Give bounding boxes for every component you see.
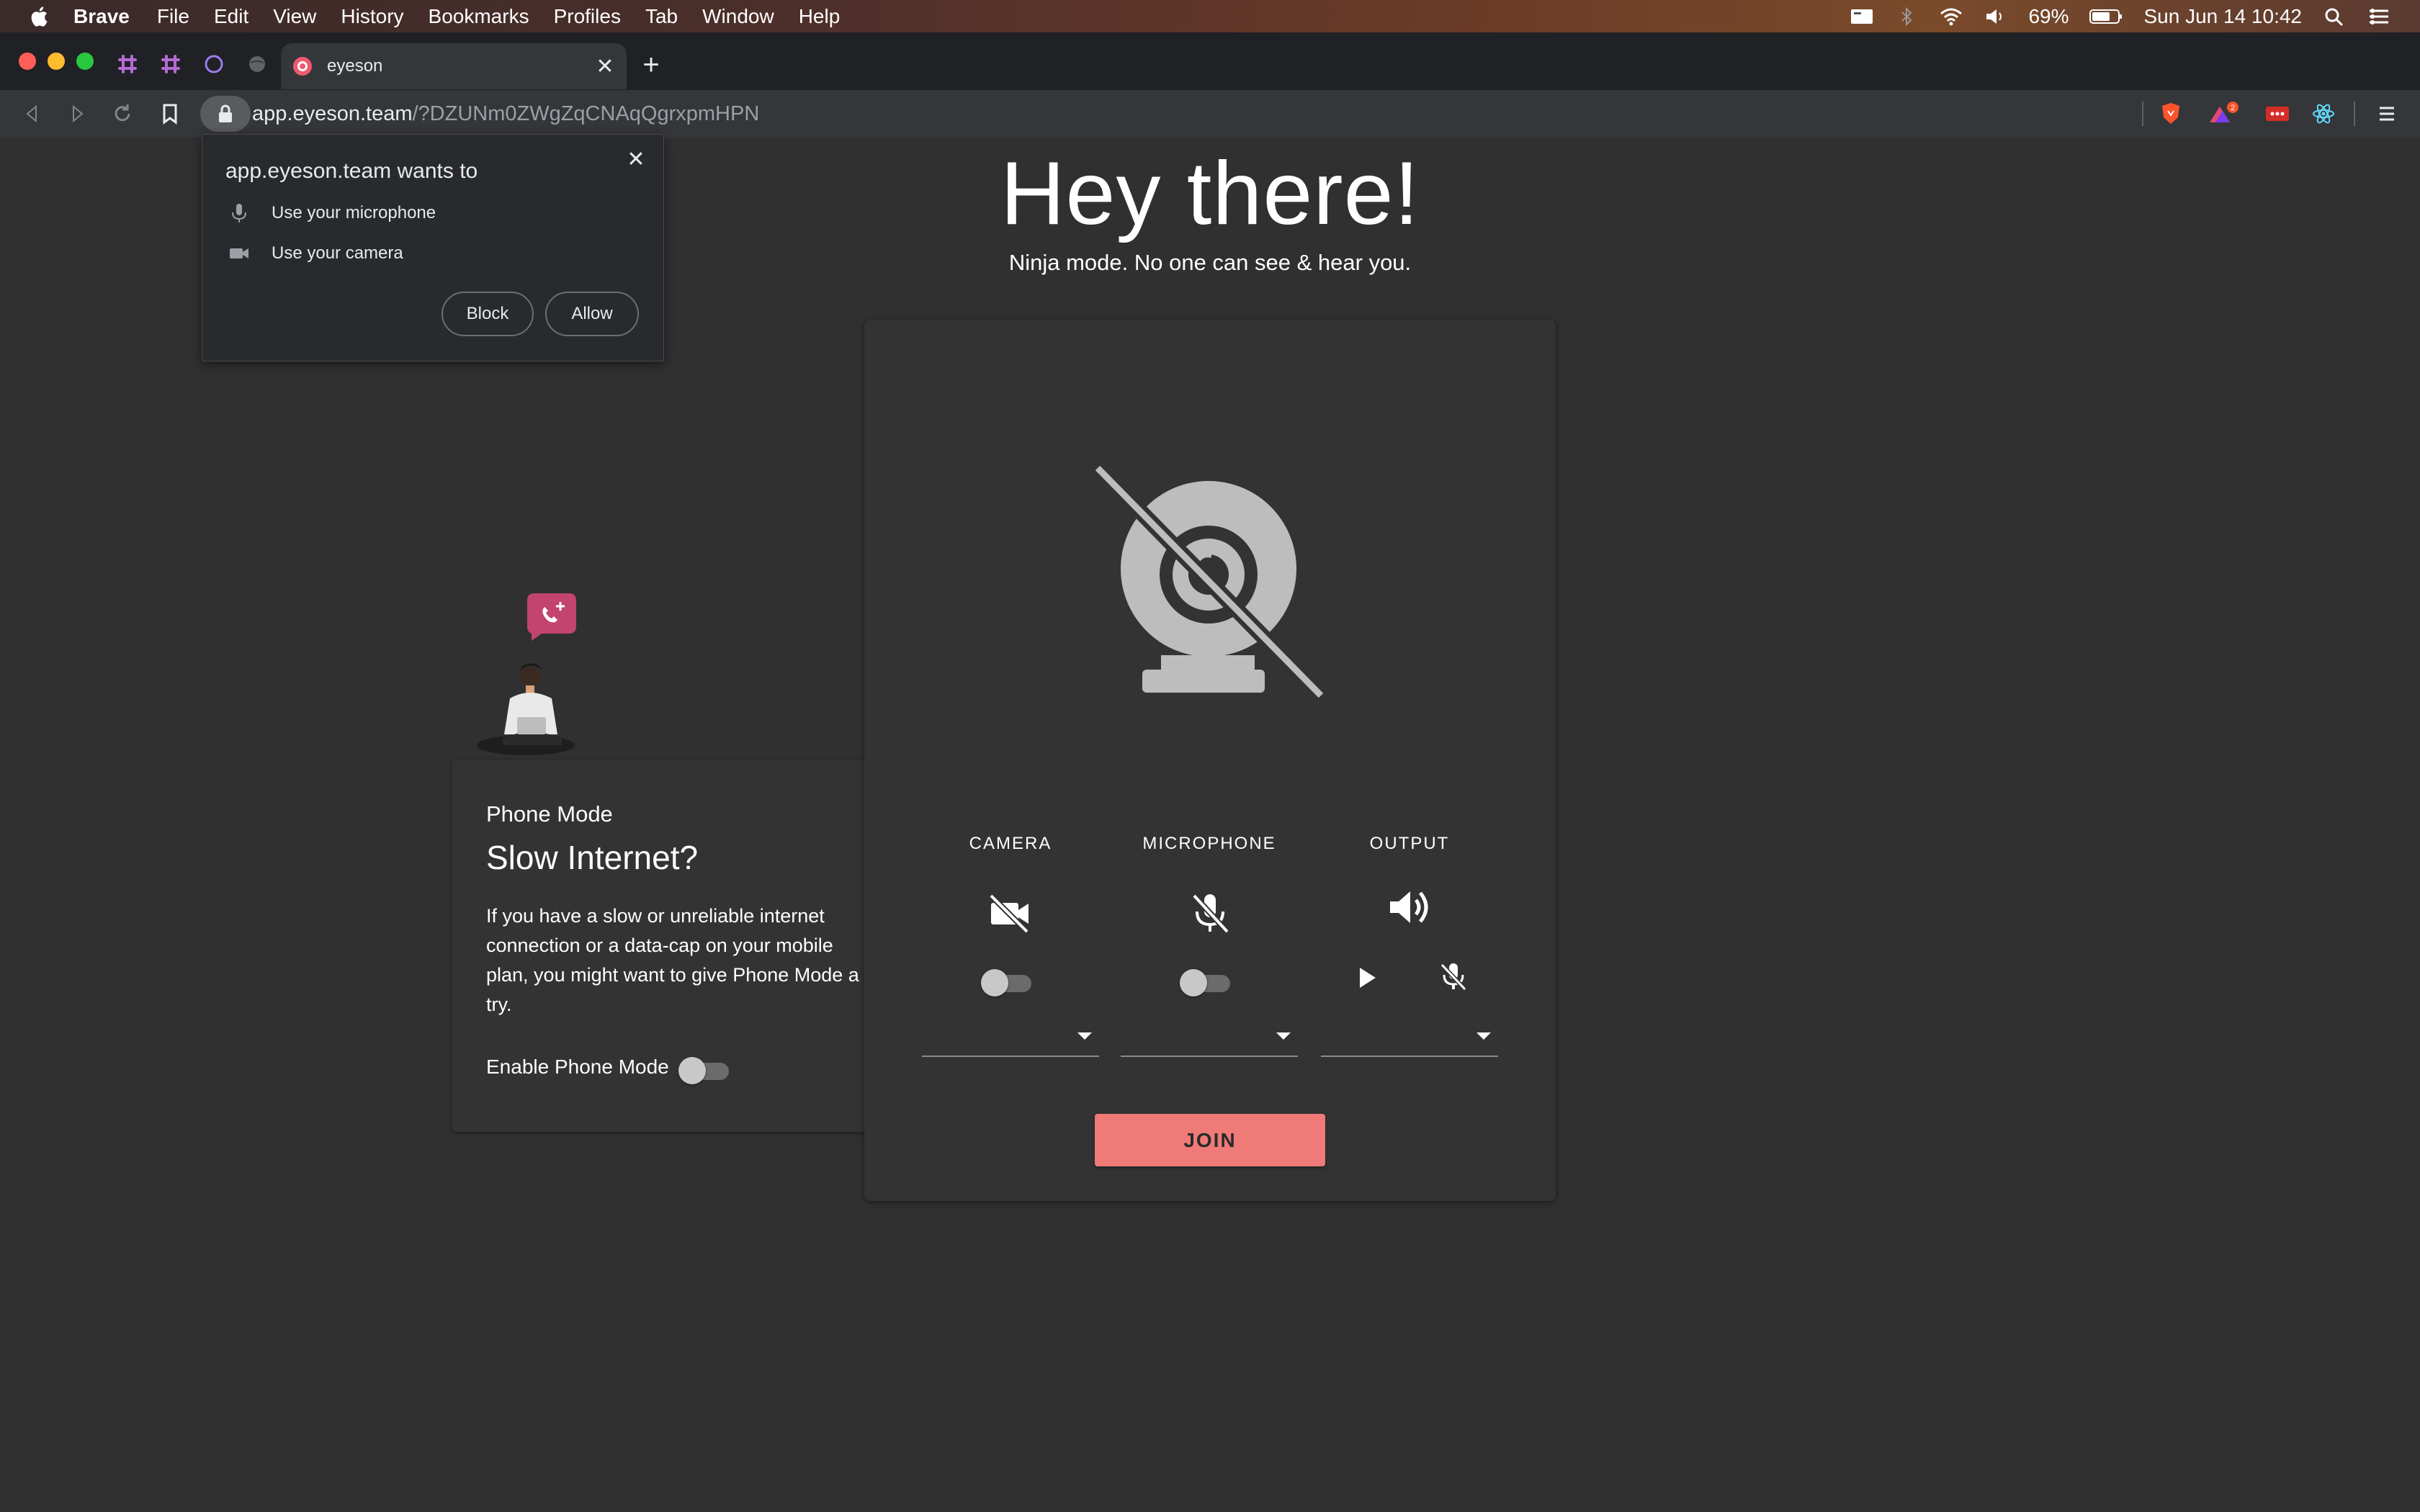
apple-icon[interactable] [29, 6, 49, 27]
react-devtools-icon[interactable] [2311, 101, 2336, 127]
rewards-badge-count: 2 [2231, 104, 2235, 112]
control-center-icon[interactable] [2367, 6, 2391, 27]
permission-camera-row: Use your camera [228, 243, 403, 264]
microphone-icon [232, 204, 246, 222]
webcam-off-icon [1092, 462, 1327, 701]
camera-column: CAMERA [922, 834, 1099, 854]
phone-mode-overline: Phone Mode [486, 801, 613, 827]
block-button[interactable]: Block [442, 292, 534, 336]
menu-help[interactable]: Help [799, 5, 841, 28]
new-tab-button[interactable]: + [634, 48, 668, 82]
menu-file[interactable]: File [157, 5, 189, 28]
url-path: /?DZUNm0ZWgZqCNAqQgrxpmHPN [412, 102, 760, 125]
camera-off-icon [989, 894, 1029, 934]
phone-mode-description: If you have a slow or unreliable interne… [486, 905, 859, 1015]
volume-icon[interactable] [1984, 6, 2008, 27]
page-title: Hey there! [1000, 144, 1420, 243]
output-label: OUTPUT [1369, 834, 1450, 853]
phone-mode-title: Slow Internet? [486, 839, 699, 876]
speaker-volume-icon [1390, 891, 1428, 923]
menu-history[interactable]: History [341, 5, 403, 28]
menu-window[interactable]: Window [702, 5, 774, 28]
address-bar[interactable]: app.eyeson.team/?DZUNm0ZWgZqCNAqQgrxpmHP… [200, 96, 2145, 132]
back-icon[interactable] [19, 101, 45, 127]
camera-toggle[interactable] [981, 968, 1033, 996]
permission-popup-close-icon[interactable]: ✕ [622, 145, 650, 174]
permission-popup: app.eyeson.team wants to ✕ Use your micr… [202, 134, 664, 361]
microphone-off-icon [1192, 894, 1229, 934]
video-camera-icon [230, 248, 248, 258]
permission-microphone-label: Use your microphone [272, 203, 436, 222]
menubar-clock[interactable]: Sun Jun 14 10:42 [2143, 5, 2302, 28]
microphone-select-chevron-down-icon [1276, 1032, 1291, 1040]
microphone-select[interactable] [1121, 1020, 1298, 1057]
permission-microphone-row: Use your microphone [228, 202, 436, 224]
brave-shields-icon[interactable] [2158, 101, 2184, 127]
site-info-button[interactable] [200, 96, 251, 132]
permission-camera-label: Use your camera [272, 243, 403, 263]
wifi-icon[interactable] [1939, 6, 1963, 27]
screen-icon[interactable] [1850, 6, 1874, 27]
reload-icon[interactable] [109, 101, 135, 127]
camera-select-chevron-down-icon [1077, 1032, 1092, 1040]
window-minimize-button[interactable] [48, 53, 65, 70]
tab-title: eyeson [327, 56, 383, 76]
microphone-label: MICROPHONE [1142, 834, 1276, 853]
device-setup-card [864, 320, 1556, 1201]
enable-phone-mode-label: Enable Phone Mode [486, 1056, 669, 1078]
person-phone-illustration [477, 593, 576, 755]
menu-icon[interactable] [2374, 101, 2400, 127]
url-host: app.eyeson.team [252, 102, 413, 125]
tab-close-icon[interactable]: ✕ [588, 49, 622, 84]
menu-profiles[interactable]: Profiles [554, 5, 621, 28]
microphone-muted-small-icon[interactable] [1438, 960, 1469, 992]
lastpass-extension-icon[interactable] [2264, 101, 2290, 127]
permission-popup-title: app.eyeson.team wants to [225, 159, 478, 183]
output-select-chevron-down-icon [1476, 1032, 1491, 1040]
menu-bookmarks[interactable]: Bookmarks [429, 5, 529, 28]
slack-pinned-tab-icon-2[interactable] [160, 53, 182, 75]
eyeson-favicon-icon [293, 57, 312, 76]
bluetooth-icon[interactable] [1894, 6, 1919, 27]
loading-pinned-tab-icon[interactable] [203, 53, 225, 75]
slack-pinned-tab-icon[interactable] [117, 53, 138, 75]
spotlight-search-icon[interactable] [2322, 6, 2347, 27]
menu-tab[interactable]: Tab [645, 5, 678, 28]
toolbar-divider-2 [2354, 102, 2355, 126]
allow-button[interactable]: Allow [545, 292, 639, 336]
tab-eyeson[interactable]: eyeson ✕ [281, 43, 627, 89]
brave-rewards-icon[interactable]: 2 [2207, 101, 2241, 127]
bookmark-icon[interactable] [157, 101, 183, 127]
battery-icon[interactable] [2089, 6, 2123, 27]
toolbar-divider [2142, 102, 2143, 126]
menu-edit[interactable]: Edit [214, 5, 248, 28]
menu-app-name[interactable]: Brave [73, 5, 130, 28]
play-test-sound-icon[interactable] [1353, 963, 1381, 992]
join-button[interactable]: JOIN [1095, 1114, 1325, 1166]
phone-mode-card: Phone Mode Slow Internet? If you have a … [452, 760, 866, 1132]
camera-label: CAMERA [969, 834, 1052, 853]
output-column: OUTPUT [1321, 834, 1498, 854]
lock-icon [219, 104, 232, 122]
output-select[interactable] [1321, 1020, 1498, 1057]
menu-view[interactable]: View [273, 5, 316, 28]
window-maximize-button[interactable] [76, 53, 94, 70]
phone-mode-toggle[interactable] [678, 1056, 730, 1084]
window-close-button[interactable] [19, 53, 36, 70]
macos-menubar: Brave File Edit View History Bookmarks P… [0, 0, 2420, 32]
microphone-column: MICROPHONE [1121, 834, 1298, 854]
camera-select[interactable] [922, 1020, 1099, 1057]
battery-percent: 69% [2028, 4, 2069, 27]
globe-pinned-tab-icon[interactable] [246, 53, 268, 75]
forward-icon[interactable] [65, 101, 91, 127]
page-subtitle: Ninja mode. No one can see & hear you. [1008, 250, 1412, 275]
microphone-toggle[interactable] [1180, 968, 1232, 996]
